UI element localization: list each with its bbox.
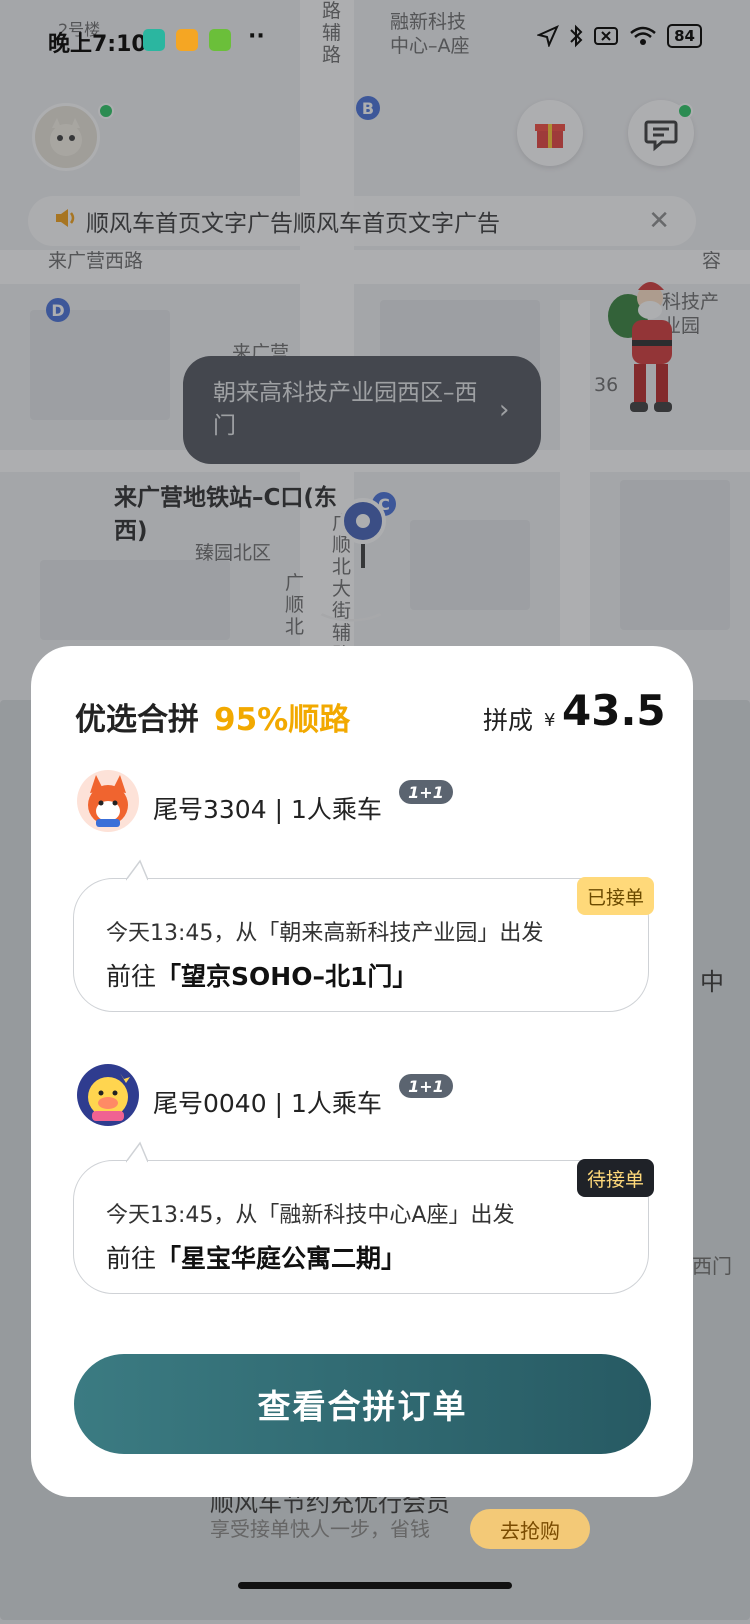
fox-avatar-icon [88,775,128,827]
match-percent: 95%顺路 [214,702,351,738]
trip-info-bubble: 已接单 今天13:45，从「朝来高新科技产业园」出发 前往「望京SOHO–北1门… [73,859,654,1012]
price-value: 43.5 [562,686,666,735]
destination-prefix: 前往 [106,962,157,991]
no-sim-icon [594,27,619,45]
destination-name: 「星宝华庭公寓二期」 [156,1244,407,1273]
home-indicator[interactable] [238,1582,512,1589]
duck-avatar-icon [88,1073,130,1121]
price-label: 拼成 [483,706,534,735]
trip-destination-line: 前往「星宝华庭公寓二期」 [106,1239,406,1275]
currency-symbol: ¥ [544,710,556,731]
seat-tag: 1+1 [399,780,453,804]
status-time: 晚上7:10 [48,32,147,57]
bluetooth-icon [570,24,583,48]
passenger-avatar [77,1064,139,1126]
bubble-tail [126,1141,148,1163]
edge-text: 西门 [692,1254,732,1278]
status-badge: 待接单 [576,1159,654,1197]
app-notification-icon [209,29,231,51]
promo-button[interactable]: 去抢购 [470,1509,590,1549]
app-notification-icon [143,29,165,51]
app-notification-icon [176,29,198,51]
trip-time-origin: 今天13:45，从「融新科技中心A座」出发 [106,1203,515,1228]
view-carpool-order-button[interactable]: 查看合拼订单 [74,1354,651,1454]
status-badge: 已接单 [576,877,654,915]
passenger-name: 尾号0040 | 1人乘车 [153,1089,382,1118]
destination-name: 「望京SOHO–北1门」 [156,962,418,991]
wifi-icon [630,26,656,45]
promo-subtitle: 享受接单快人一步，省钱 [210,1517,430,1541]
trip-info-bubble: 待接单 今天13:45，从「融新科技中心A座」出发 前往「星宝华庭公寓二期」 [73,1141,654,1294]
page-bottom-peek: 顺风车节约充优行会员 享受接单快人一步，省钱 去抢购 [0,1489,750,1624]
location-arrow-icon [537,25,560,47]
destination-prefix: 前往 [106,1244,157,1273]
edge-text: 中 [700,968,724,996]
passenger-avatar [77,770,139,832]
seat-tag: 1+1 [399,1074,453,1098]
passenger-name: 尾号3304 | 1人乘车 [153,795,382,824]
status-icons: 84 [537,24,702,48]
card-title: 优选合拼 [75,702,199,738]
bubble-tail [126,859,148,881]
status-bar: 晚上7:10 ·· 84 [0,0,750,80]
more-notifications: ·· [248,24,265,49]
trip-destination-line: 前往「望京SOHO–北1门」 [106,957,417,993]
battery-indicator: 84 [667,24,702,48]
trip-time-origin: 今天13:45，从「朝来高新科技产业园」出发 [106,921,544,946]
carpool-card: 优选合拼 95%顺路 拼成 ¥ 43.5 尾号3304 | 1人乘车 1+1 已… [31,646,693,1497]
